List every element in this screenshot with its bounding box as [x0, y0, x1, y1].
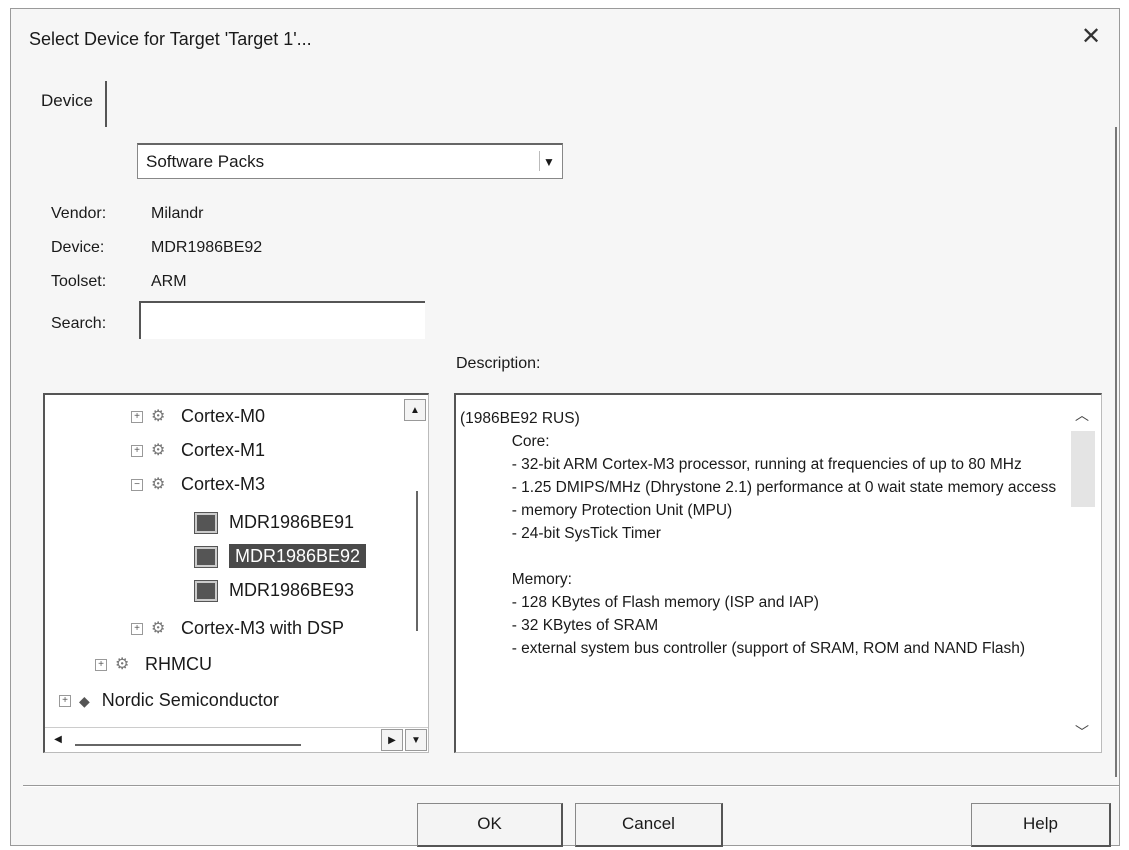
ok-button[interactable]: OK: [417, 803, 563, 847]
select-value: Software Packs: [146, 152, 265, 171]
tree-item-label: MDR1986BE92: [229, 544, 367, 568]
chip-icon: [195, 581, 217, 602]
tree-item-rhmcu[interactable]: + ⚙ RHMCU: [95, 649, 212, 679]
cpu-family-icon: ⚙: [151, 620, 166, 638]
cancel-button[interactable]: Cancel: [575, 803, 723, 847]
chevron-down-icon[interactable]: ▼: [539, 151, 558, 171]
expand-icon[interactable]: +: [131, 411, 143, 424]
tree-item-label: MDR1986BE93: [229, 580, 355, 600]
tree-item-label: MDR1986BE91: [229, 512, 355, 532]
chevron-down-icon[interactable]: ﹀: [1075, 722, 1089, 742]
tree-item-label: Nordic Semiconductor: [101, 690, 279, 710]
device-value: MDR1986BE92: [151, 239, 263, 256]
description-box[interactable]: (1986BE92 RUS) Core: - 32-bit ARM Cortex…: [454, 393, 1102, 753]
collapse-icon[interactable]: −: [131, 479, 143, 492]
tree-item-label: Cortex-M1: [181, 440, 266, 460]
tree-item-label: Cortex-M3: [181, 474, 266, 494]
expand-icon[interactable]: +: [95, 659, 107, 672]
tree-item-mdr1986be91[interactable]: MDR1986BE91: [195, 507, 354, 537]
chevron-up-icon[interactable]: ︿: [1075, 405, 1089, 425]
vendor-diamond-icon: ◆: [79, 693, 90, 710]
scroll-thumb[interactable]: [75, 734, 301, 746]
tree-horizontal-scrollbar[interactable]: ◀ ▶ ▼: [45, 727, 428, 752]
cpu-family-icon: ⚙: [115, 656, 130, 674]
tree-item-label: Cortex-M0: [181, 406, 266, 426]
tree-vertical-scrollbar[interactable]: ▲: [404, 395, 428, 725]
chip-icon: [195, 547, 217, 568]
close-icon[interactable]: ✕: [1077, 23, 1105, 51]
expand-icon[interactable]: +: [59, 695, 71, 708]
tree-item-nordic-semiconductor[interactable]: + ◆ Nordic Semiconductor: [59, 685, 279, 715]
device-label: Device:: [51, 239, 105, 256]
software-packs-select[interactable]: Software Packs ▼: [137, 143, 563, 179]
cpu-family-icon: ⚙: [151, 408, 166, 426]
scroll-right-icon[interactable]: ▶: [381, 729, 403, 751]
description-scroll-thumb[interactable]: [1071, 431, 1095, 507]
tab-device[interactable]: Device: [29, 81, 107, 127]
expand-icon[interactable]: +: [131, 623, 143, 636]
expand-icon[interactable]: +: [131, 445, 143, 458]
chip-icon: [195, 513, 217, 534]
cpu-family-icon: ⚙: [151, 476, 166, 494]
device-tree[interactable]: + ⚙ Cortex-M0 + ⚙ Cortex-M1 − ⚙ Cortex-M3 MDR1…: [43, 393, 429, 753]
tree-item-mdr1986be93[interactable]: MDR1986BE93: [195, 575, 354, 605]
tree-item-cortex-m3[interactable]: − ⚙ Cortex-M3: [131, 469, 265, 499]
search-input[interactable]: [139, 301, 425, 339]
tree-item-cortex-m1[interactable]: + ⚙ Cortex-M1: [131, 435, 265, 465]
tree-item-label: RHMCU: [145, 654, 212, 674]
description-text: (1986BE92 RUS) Core: - 32-bit ARM Cortex…: [460, 410, 1057, 657]
cpu-family-icon: ⚙: [151, 442, 166, 460]
help-button[interactable]: Help: [971, 803, 1111, 847]
toolset-value: ARM: [151, 273, 187, 290]
tree-item-mdr1986be92[interactable]: MDR1986BE92: [195, 541, 367, 571]
toolset-label: Toolset:: [51, 273, 107, 290]
dialog-title: Select Device for Target 'Target 1'...: [29, 29, 312, 49]
scroll-down-icon[interactable]: ▼: [405, 729, 427, 751]
vendor-value: Milandr: [151, 205, 204, 222]
select-device-dialog: Select Device for Target 'Target 1'... ✕…: [10, 8, 1120, 847]
tree-item-label: Cortex-M3 with DSP: [181, 618, 345, 638]
tree-item-cortex-m0[interactable]: + ⚙ Cortex-M0: [131, 401, 265, 431]
search-label: Search:: [51, 315, 107, 332]
button-separator: [23, 785, 1119, 787]
description-label: Description:: [456, 355, 541, 372]
vendor-label: Vendor:: [51, 205, 107, 222]
scroll-thumb[interactable]: [416, 491, 422, 631]
tree-item-cortex-m3-dsp[interactable]: + ⚙ Cortex-M3 with DSP: [131, 613, 344, 643]
scroll-up-icon[interactable]: ▲: [404, 399, 426, 421]
scroll-left-icon[interactable]: ◀: [47, 729, 69, 751]
